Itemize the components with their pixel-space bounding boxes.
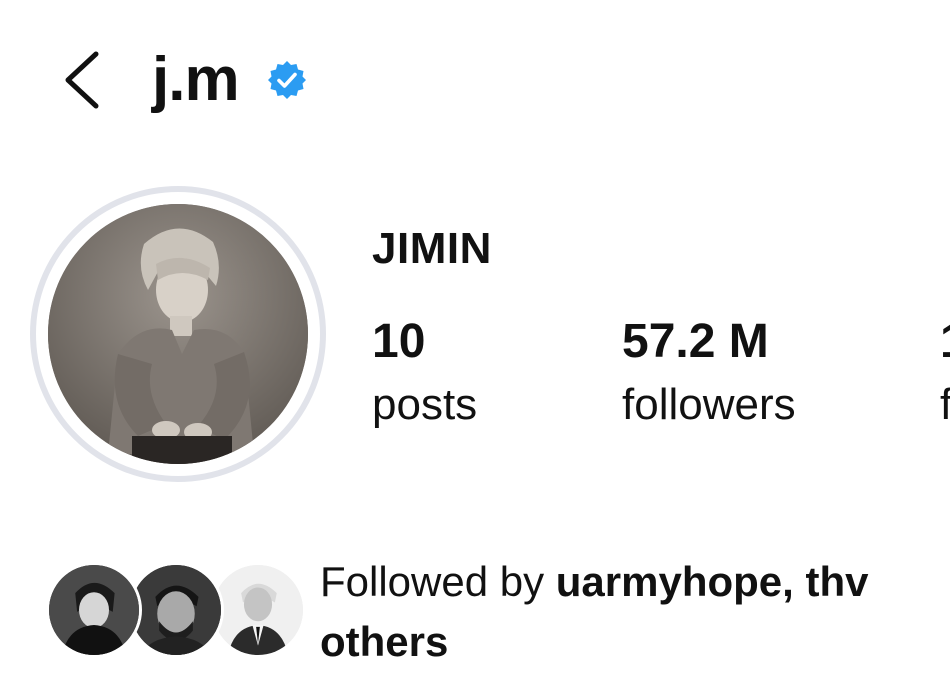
mutual-avatar — [210, 562, 306, 658]
followed-by-others[interactable]: others — [320, 618, 448, 665]
top-bar: j.m — [0, 0, 950, 160]
following-count[interactable]: 1 — [940, 314, 950, 369]
profile-display-name: JIMIN — [372, 224, 492, 273]
mutual-avatar — [128, 562, 224, 658]
profile-photo — [48, 204, 308, 464]
following-label[interactable]: f — [940, 380, 950, 430]
profile-avatar[interactable] — [48, 204, 308, 464]
followed-by-text[interactable]: Followed by uarmyhope, thv others — [320, 552, 950, 672]
followers-label[interactable]: followers — [622, 380, 796, 430]
profile-username: j.m — [152, 45, 240, 114]
posts-count[interactable]: 10 — [372, 314, 425, 369]
posts-label[interactable]: posts — [372, 380, 477, 430]
verified-badge-icon — [268, 61, 306, 99]
followers-count[interactable]: 57.2 M — [622, 314, 769, 369]
chevron-left-icon — [65, 51, 99, 109]
back-button[interactable] — [52, 40, 112, 120]
mutual-avatar — [46, 562, 142, 658]
mutual-followers-avatars[interactable] — [46, 562, 306, 662]
followed-by-names[interactable]: uarmyhope, thv — [556, 558, 869, 605]
followed-by-prefix: Followed by — [320, 558, 556, 605]
